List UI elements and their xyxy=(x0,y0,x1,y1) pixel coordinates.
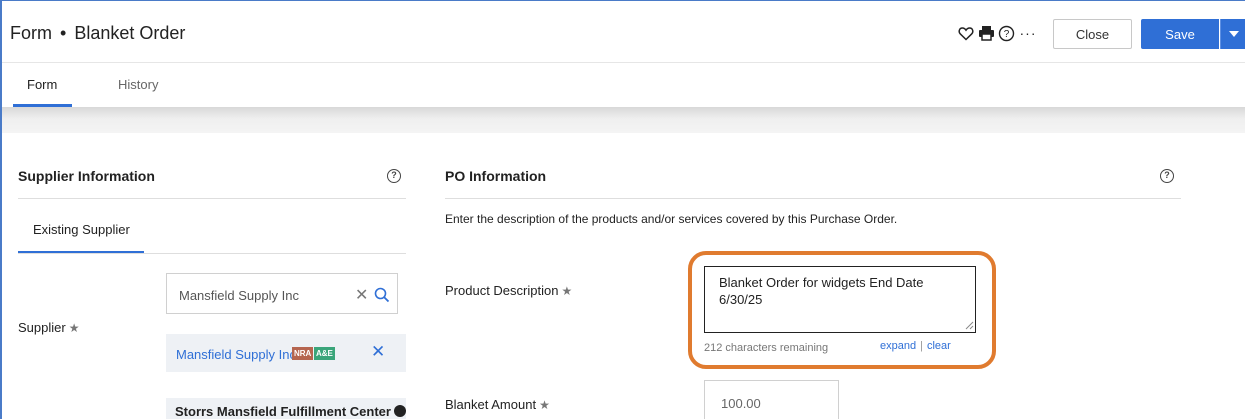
svg-text:?: ? xyxy=(1003,29,1009,40)
product-description-label-text: Product Description xyxy=(445,283,559,298)
address-card: Storrs Mansfield Fulfillment Center xyxy=(166,398,406,419)
address-title: Storrs Mansfield Fulfillment Center xyxy=(175,404,406,419)
required-star-icon: ★ xyxy=(539,398,550,412)
supplier-section-title: Supplier Information xyxy=(18,168,155,184)
blanket-amount-label-text: Blanket Amount xyxy=(445,397,537,412)
po-description-text: Enter the description of the products an… xyxy=(445,212,898,226)
nra-badge: NRA xyxy=(292,347,314,360)
po-divider xyxy=(445,198,1181,199)
header-icons: ? ··· xyxy=(957,21,1039,45)
title-separator: • xyxy=(60,23,67,43)
clear-search-icon[interactable]: ✕ xyxy=(355,285,368,305)
supplier-search-value: Mansfield Supply Inc xyxy=(179,288,299,303)
supplier-field-label: Supplier ★ xyxy=(18,320,79,335)
supplier-search-input[interactable]: Mansfield Supply Inc ✕ xyxy=(166,273,398,314)
heart-icon[interactable] xyxy=(957,23,975,43)
po-help-icon[interactable]: ? xyxy=(1160,169,1174,183)
link-separator: | xyxy=(920,340,923,352)
title-form-label: Form xyxy=(10,23,52,43)
supplier-divider xyxy=(18,198,406,199)
clear-link[interactable]: clear xyxy=(927,340,951,352)
title-name: Blanket Order xyxy=(74,23,186,43)
supplier-label-text: Supplier xyxy=(18,320,66,335)
textarea-links: expand | clear xyxy=(880,340,951,352)
caret-down-icon xyxy=(1229,31,1239,37)
required-star-icon: ★ xyxy=(561,284,573,298)
print-icon[interactable] xyxy=(977,23,995,43)
subtab-existing-supplier[interactable]: Existing Supplier xyxy=(33,222,130,237)
close-button[interactable]: Close xyxy=(1053,19,1132,49)
resize-handle-icon[interactable] xyxy=(964,320,974,330)
expand-link[interactable]: expand xyxy=(880,340,916,352)
location-pin-icon xyxy=(393,405,406,417)
subtab-divider xyxy=(18,253,406,254)
selected-supplier-link[interactable]: Mansfield Supply Inc xyxy=(176,347,296,362)
search-icon[interactable] xyxy=(373,286,391,304)
save-dropdown-button[interactable] xyxy=(1220,19,1245,49)
section-separator-band xyxy=(2,107,1245,133)
characters-remaining: 212 characters remaining xyxy=(704,342,829,354)
product-description-label: Product Description ★ xyxy=(445,283,572,298)
selected-supplier: Mansfield Supply Inc NRA A&E ✕ xyxy=(166,334,406,372)
blanket-amount-input[interactable]: 100.00 xyxy=(704,380,839,419)
supplier-help-icon[interactable]: ? xyxy=(387,169,401,183)
address-title-text: Storrs Mansfield Fulfillment Center xyxy=(175,404,391,419)
product-description-textarea[interactable]: Blanket Order for widgets End Date 6/30/… xyxy=(704,266,976,333)
tab-bar: Form History xyxy=(2,63,1245,107)
page-title: Form • Blanket Order xyxy=(10,23,185,44)
blanket-amount-label: Blanket Amount ★ xyxy=(445,397,550,412)
more-icon[interactable]: ··· xyxy=(1017,23,1039,43)
help-icon[interactable]: ? xyxy=(997,23,1015,43)
required-star-icon: ★ xyxy=(68,321,80,335)
ae-badge: A&E xyxy=(314,347,335,360)
remove-supplier-icon[interactable]: ✕ xyxy=(371,342,385,362)
tab-history[interactable]: History xyxy=(118,77,158,92)
tab-form[interactable]: Form xyxy=(27,77,57,92)
po-section-title: PO Information xyxy=(445,168,547,184)
blanket-amount-value: 100.00 xyxy=(721,396,761,411)
page-header: Form • Blanket Order ? ··· Close Save xyxy=(2,1,1245,63)
save-button[interactable]: Save xyxy=(1141,19,1219,49)
